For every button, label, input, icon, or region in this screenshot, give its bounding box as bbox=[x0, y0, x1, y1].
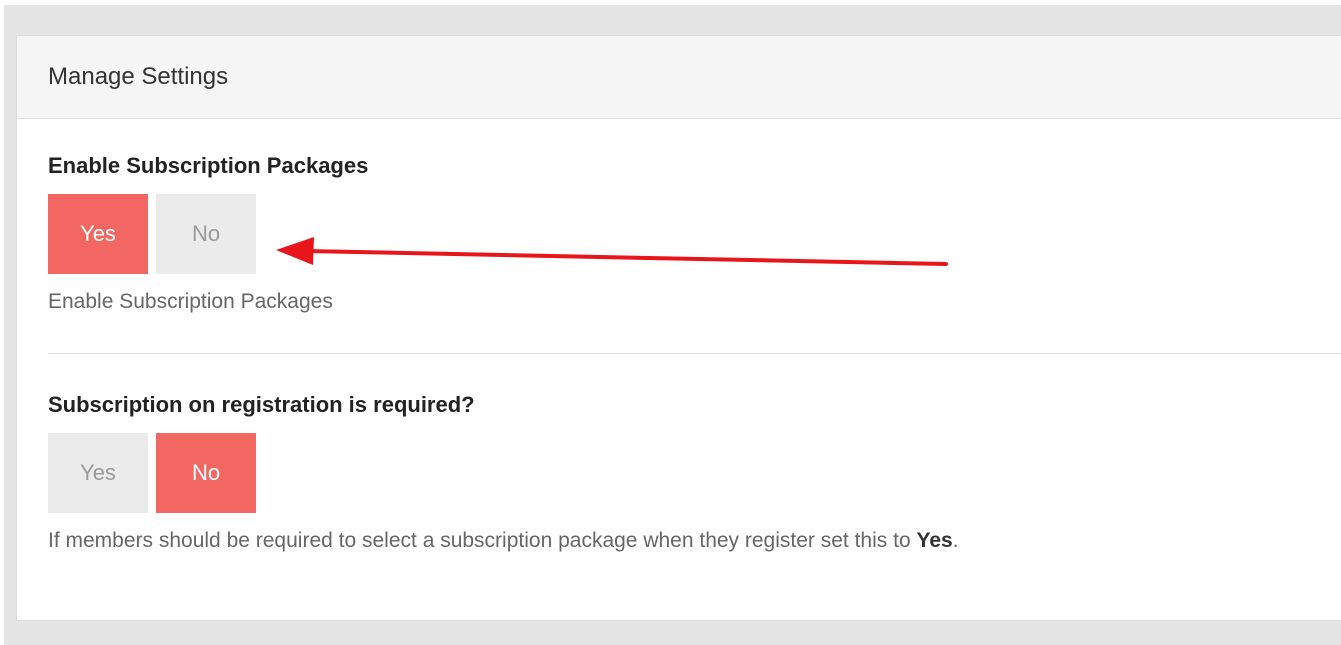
toggle-yes-button[interactable]: Yes bbox=[48, 194, 148, 274]
divider bbox=[48, 353, 1341, 354]
help-text-suffix: . bbox=[952, 529, 959, 552]
setting-subscription-required: Subscription on registration is required… bbox=[48, 392, 959, 553]
toggle-no-button[interactable]: No bbox=[156, 194, 256, 274]
help-text-prefix: If members should be required to select … bbox=[48, 529, 917, 552]
setting-help-text: Enable Subscription Packages bbox=[48, 290, 333, 313]
setting-label: Subscription on registration is required… bbox=[48, 392, 475, 417]
setting-help-text: If members should be required to select … bbox=[48, 529, 959, 553]
toggle-no-button[interactable]: No bbox=[156, 433, 256, 513]
panel-header: Manage Settings bbox=[17, 36, 1341, 119]
toggle-yes-button[interactable]: Yes bbox=[48, 433, 148, 513]
panel-title: Manage Settings bbox=[48, 63, 229, 90]
setting-label: Enable Subscription Packages bbox=[48, 153, 369, 178]
setting-enable-subscription-packages: Enable Subscription Packages Yes No Enab… bbox=[48, 153, 368, 314]
yes-no-toggle: Yes No bbox=[48, 433, 959, 513]
settings-panel: Manage Settings Enable Subscription Pack… bbox=[16, 35, 1341, 621]
help-text-emphasis: Yes bbox=[916, 529, 953, 552]
yes-no-toggle: Yes No bbox=[48, 194, 368, 274]
